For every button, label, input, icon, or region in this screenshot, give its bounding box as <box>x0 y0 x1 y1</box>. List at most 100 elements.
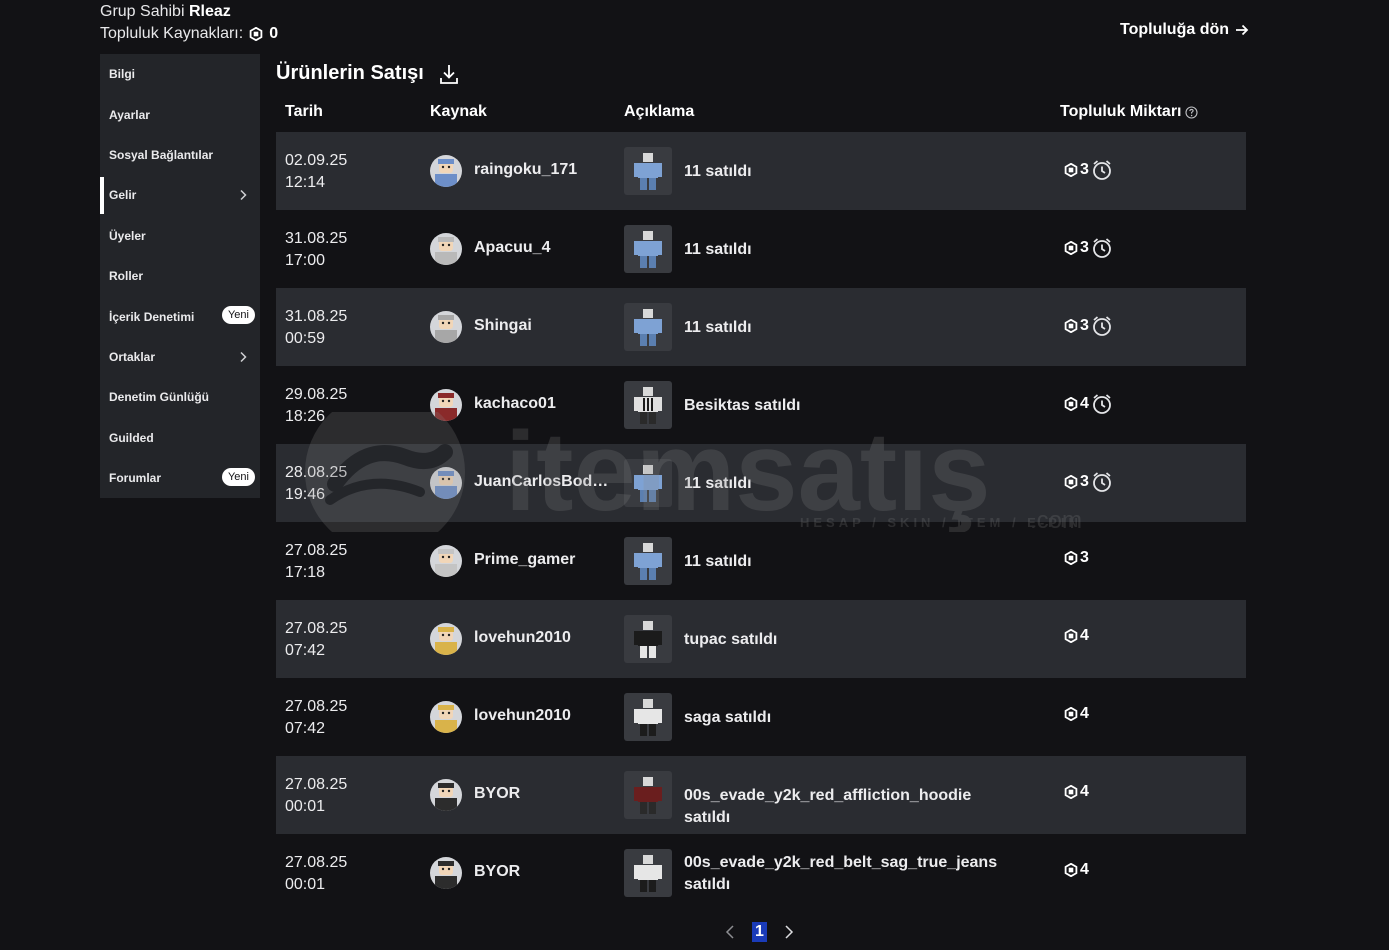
sidebar-item-members[interactable]: Üyeler <box>100 216 260 256</box>
source-username[interactable]: BYOR <box>474 785 609 803</box>
sidebar-item-affiliates[interactable]: Ortaklar <box>100 337 260 377</box>
source-username[interactable]: kachaco01 <box>474 395 609 413</box>
avatar[interactable] <box>430 311 462 343</box>
sidebar-item-label: Ayarlar <box>109 107 150 122</box>
item-thumbnail-icon <box>634 153 662 190</box>
robux-icon <box>1064 241 1078 255</box>
time-value: 12:14 <box>285 174 326 191</box>
new-badge: Yeni <box>221 467 255 486</box>
community-amount: 3 <box>1064 315 1113 337</box>
owner-name[interactable]: Rleaz <box>189 3 231 20</box>
robux-icon <box>1064 163 1078 177</box>
item-thumbnail[interactable] <box>624 147 672 195</box>
chevron-right-icon[interactable] <box>781 922 797 942</box>
avatar[interactable] <box>430 701 462 733</box>
sidebar-item-info[interactable]: Bilgi <box>100 54 260 94</box>
sidebar-item-label: Bilgi <box>109 67 135 82</box>
time-value: 19:46 <box>285 486 326 503</box>
sales-table: 02.09.25 12:14 raingoku_171 11 satıldı 3 31.0… <box>276 132 1246 912</box>
sidebar-item-revenue[interactable]: Gelir <box>100 175 260 215</box>
source-username[interactable]: lovehun2010 <box>474 629 609 647</box>
avatar[interactable] <box>430 467 462 499</box>
item-thumbnail[interactable] <box>624 381 672 429</box>
avatar[interactable] <box>430 155 462 187</box>
avatar[interactable] <box>430 779 462 811</box>
sidebar-item-content-moderation[interactable]: İçerik Denetimi Yeni <box>100 296 260 336</box>
date-value: 27.08.25 <box>285 542 348 559</box>
avatar[interactable] <box>430 545 462 577</box>
column-header-description: Açıklama <box>624 103 695 120</box>
item-thumbnail[interactable] <box>624 459 672 507</box>
sidebar-item-forums[interactable]: Forumlar Yeni <box>100 458 260 498</box>
clock-icon <box>1093 316 1111 336</box>
back-to-community-link[interactable]: Topluluğa dön <box>1120 21 1249 39</box>
avatar[interactable] <box>430 233 462 265</box>
transaction-date: 28.08.25 19:46 <box>285 462 347 506</box>
item-thumbnail-icon <box>634 777 662 814</box>
column-header-amount-label: Topluluk Miktarı <box>1060 103 1182 120</box>
source-username[interactable]: BYOR <box>474 863 609 881</box>
sidebar-item-social-links[interactable]: Sosyal Bağlantılar <box>100 135 260 175</box>
sale-description: Besiktas satıldı <box>684 397 801 414</box>
date-value: 02.09.25 <box>285 152 348 169</box>
source-username[interactable]: lovehun2010 <box>474 707 609 725</box>
source-username[interactable]: Apacuu_4 <box>474 239 609 257</box>
item-thumbnail-icon <box>634 231 662 268</box>
amount-value: 3 <box>1080 161 1089 178</box>
amount-value: 3 <box>1080 317 1089 334</box>
sidebar-item-audit-log[interactable]: Denetim Günlüğü <box>100 377 260 417</box>
page: Grup Sahibi Rleaz Topluluk Kaynakları: 0… <box>0 0 1389 950</box>
time-value: 07:42 <box>285 720 326 737</box>
chevron-right-icon <box>240 351 247 362</box>
sale-description: saga satıldı <box>684 709 772 726</box>
clock-icon <box>1093 394 1111 414</box>
download-icon[interactable] <box>438 62 460 86</box>
page-title: Ürünlerin Satışı <box>276 62 424 84</box>
item-thumbnail[interactable] <box>624 849 672 897</box>
table-row: 27.08.25 00:01 BYOR 00s_evade_y2k_red_affli… <box>276 756 1246 834</box>
sale-description: 11 satıldı <box>684 241 752 258</box>
date-value: 29.08.25 <box>285 386 348 403</box>
community-amount: 4 <box>1064 627 1089 645</box>
item-thumbnail[interactable] <box>624 225 672 273</box>
source-username[interactable]: Prime_gamer <box>474 551 609 569</box>
info-icon[interactable] <box>1185 105 1199 119</box>
item-thumbnail[interactable] <box>624 771 672 819</box>
time-value: 17:00 <box>285 252 326 269</box>
table-row: 02.09.25 12:14 raingoku_171 11 satıldı 3 <box>276 132 1246 210</box>
amount-value: 4 <box>1080 861 1089 878</box>
avatar[interactable] <box>430 623 462 655</box>
robux-icon <box>1064 785 1078 799</box>
source-username[interactable]: raingoku_171 <box>474 161 609 179</box>
transaction-date: 27.08.25 00:01 <box>285 774 347 818</box>
time-value: 00:59 <box>285 330 326 347</box>
sale-description: 11 satıldı <box>684 163 752 180</box>
sidebar-item-guilded[interactable]: Guilded <box>100 418 260 458</box>
source-username[interactable]: JuanCarlosBodo... <box>474 473 609 491</box>
column-header-source: Kaynak <box>430 103 487 120</box>
transaction-date: 31.08.25 17:00 <box>285 228 347 272</box>
sidebar-item-settings[interactable]: Ayarlar <box>100 94 260 134</box>
item-thumbnail[interactable] <box>624 693 672 741</box>
time-value: 00:01 <box>285 798 326 815</box>
amount-value: 3 <box>1080 239 1089 256</box>
source-username[interactable]: Shingai <box>474 317 609 335</box>
sidebar-item-label: Forumlar <box>109 471 162 486</box>
amount-value: 3 <box>1080 549 1089 566</box>
time-value: 07:42 <box>285 642 326 659</box>
sidebar-item-roles[interactable]: Roller <box>100 256 260 296</box>
item-thumbnail-icon <box>634 855 662 892</box>
chevron-left-icon[interactable] <box>722 922 738 942</box>
date-value: 27.08.25 <box>285 698 348 715</box>
page-number-current[interactable]: 1 <box>752 922 767 942</box>
item-thumbnail[interactable] <box>624 615 672 663</box>
transaction-date: 29.08.25 18:26 <box>285 384 347 428</box>
item-thumbnail[interactable] <box>624 537 672 585</box>
date-value: 28.08.25 <box>285 464 348 481</box>
avatar[interactable] <box>430 389 462 421</box>
avatar[interactable] <box>430 857 462 889</box>
item-thumbnail[interactable] <box>624 303 672 351</box>
item-thumbnail-icon <box>634 621 662 658</box>
sidebar-item-label: Sosyal Bağlantılar <box>109 147 214 162</box>
amount-value: 4 <box>1080 705 1089 722</box>
